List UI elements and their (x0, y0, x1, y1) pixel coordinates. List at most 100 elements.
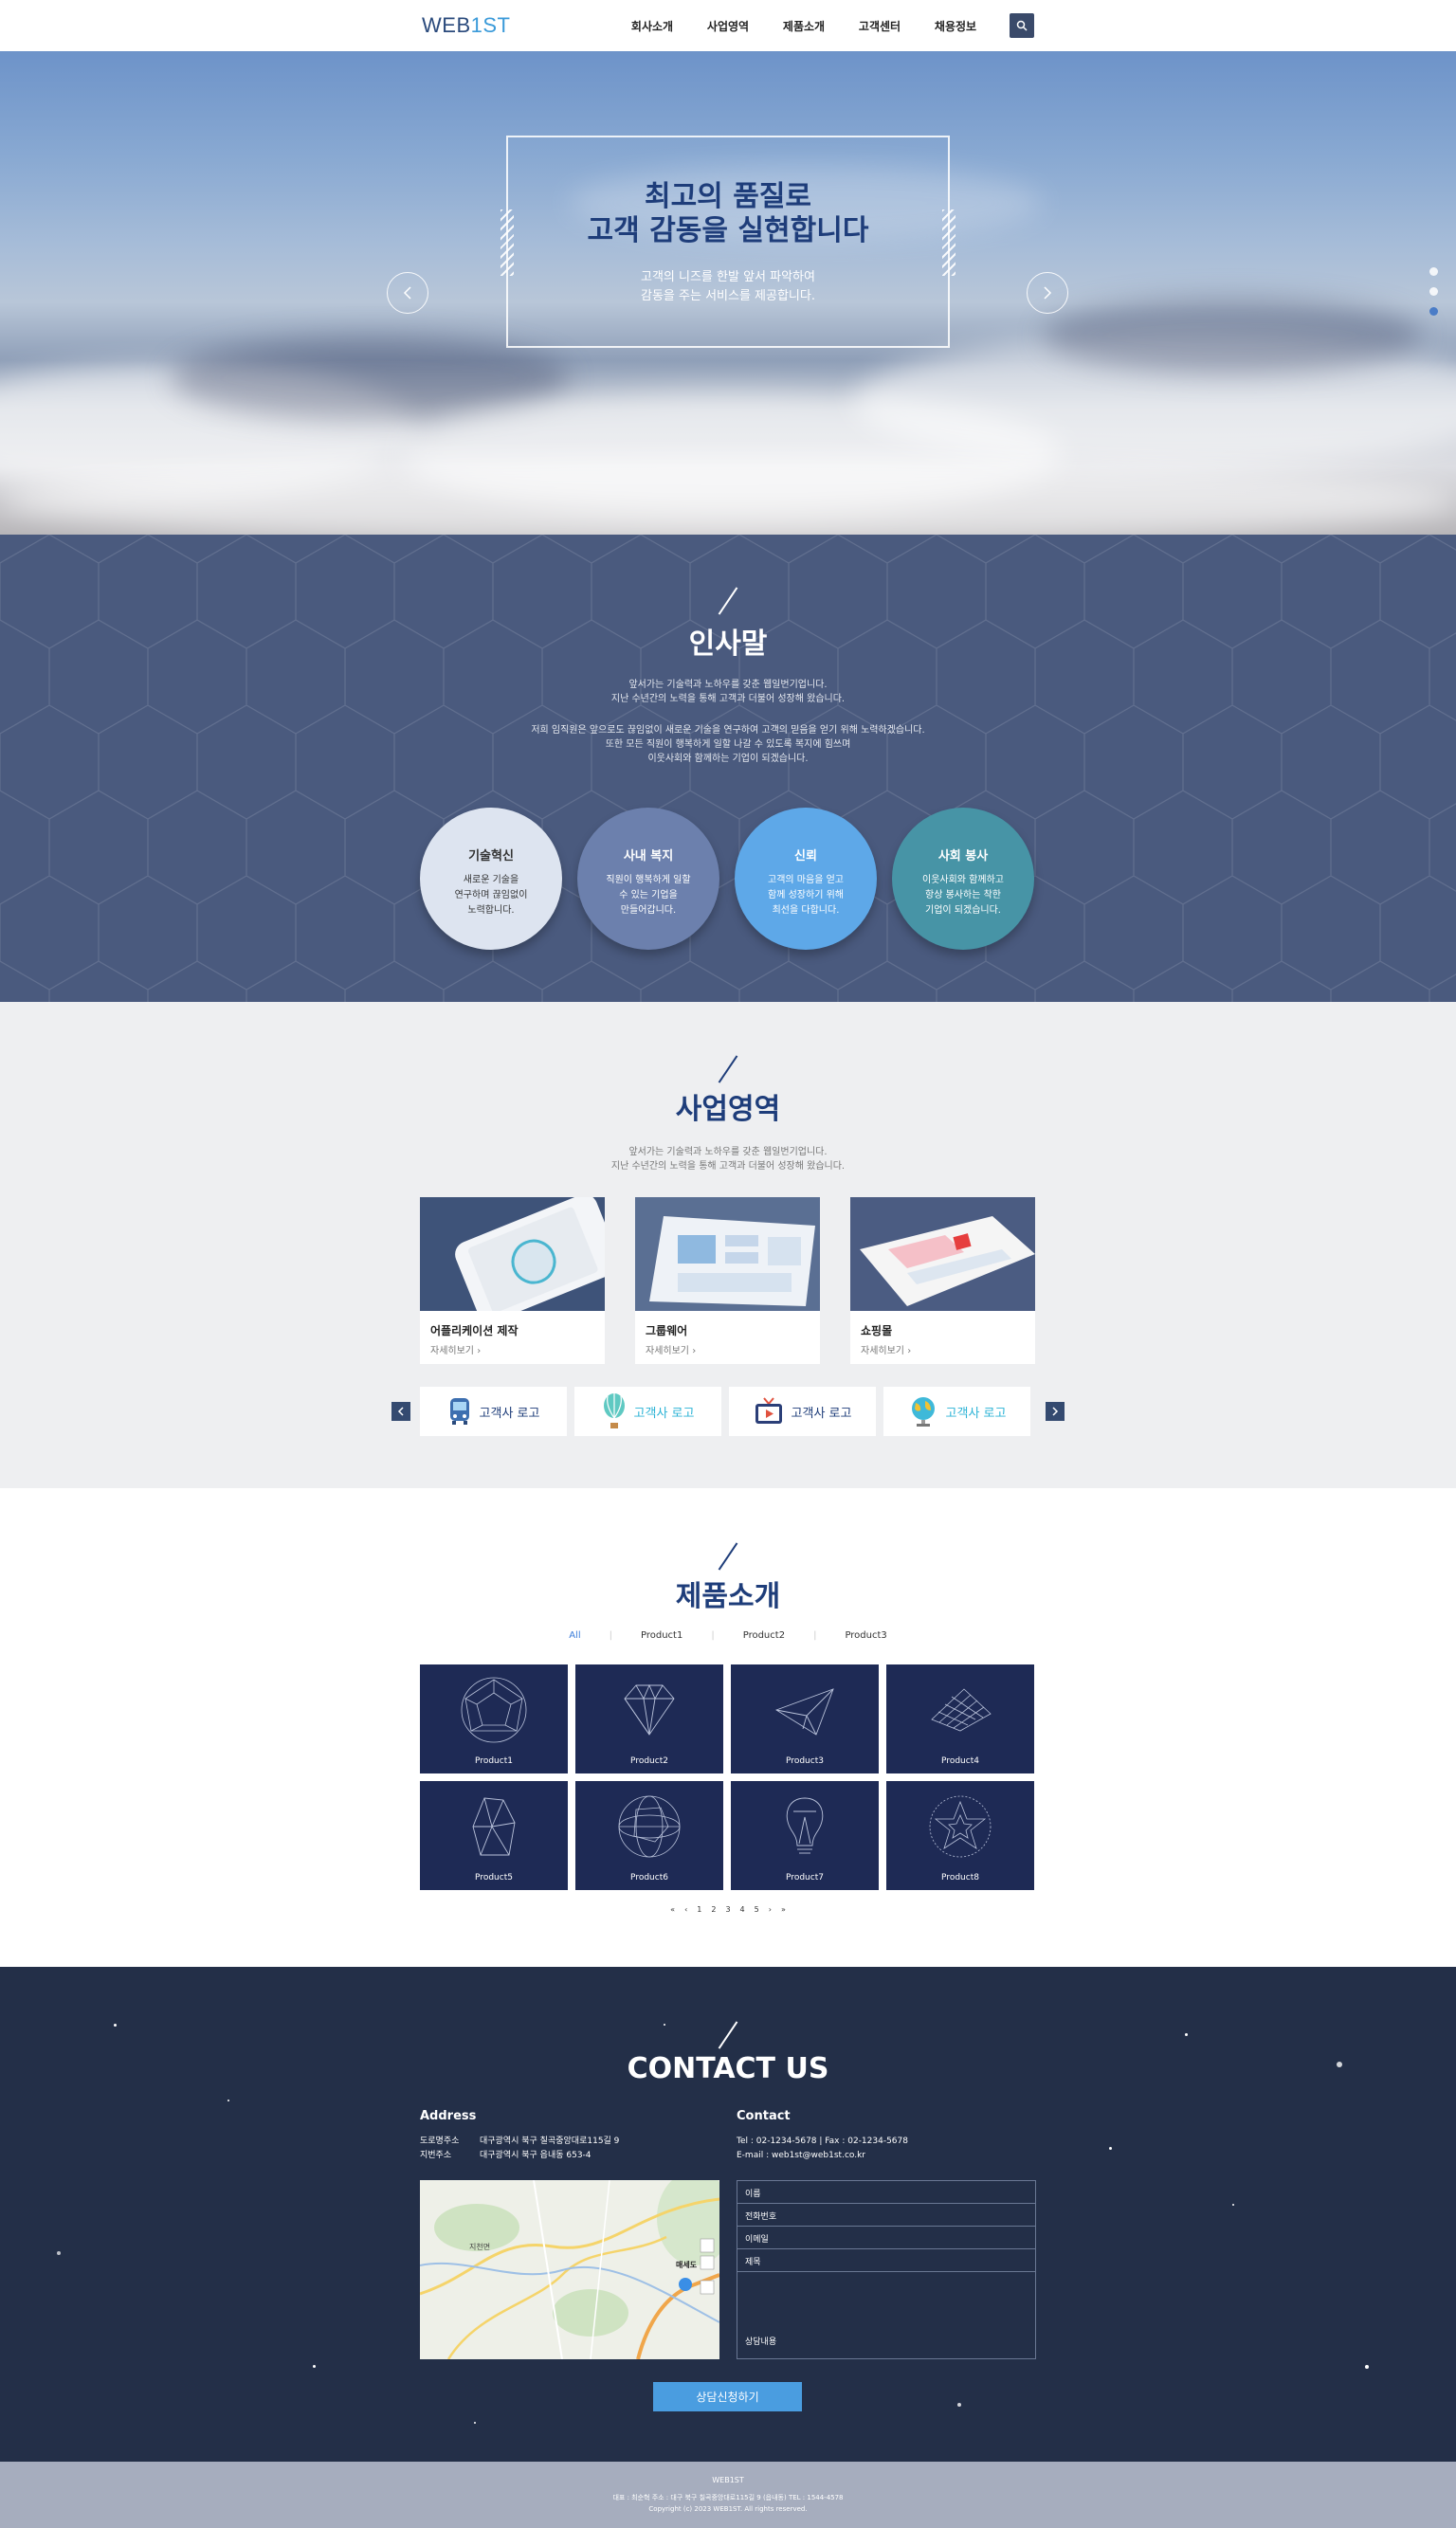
balloon-icon (603, 1393, 625, 1428)
tab-product3[interactable]: Product3 (845, 1630, 886, 1641)
consultation-form: 이름 전화번호 이메일 제목 상담내용 (737, 2180, 1036, 2359)
location-map[interactable]: 지천면 매세도 (420, 2180, 719, 2359)
card-more-link[interactable]: 자세히보기 › (420, 1338, 605, 1360)
business-card-shopping[interactable]: 쇼핑몰 자세히보기 › (850, 1197, 1035, 1364)
business-card-groupware[interactable]: 그룹웨어 자세히보기 › (635, 1197, 820, 1364)
contact-heading: Contact (737, 2109, 791, 2123)
last-page-icon[interactable]: » (781, 1905, 786, 1914)
prev-page-icon[interactable]: ‹ (684, 1905, 687, 1914)
circle-line: 수 있는 기업을 (619, 890, 678, 900)
page-number[interactable]: 3 (725, 1905, 730, 1914)
map-illustration (420, 2180, 719, 2359)
logo-next-button[interactable] (1046, 1402, 1065, 1421)
page-number[interactable]: 1 (697, 1905, 701, 1914)
footer-info: 대표 : 최순혁 주소 : 대구 북구 칠곡중앙대로115길 9 (읍내동) T… (612, 2494, 844, 2501)
card-thumbnail (420, 1197, 605, 1311)
message-field[interactable]: 상담내용 (737, 2272, 1035, 2347)
business-slash (0, 1053, 1456, 1085)
field-label: 상담내용 (745, 2337, 777, 2347)
product-tile[interactable]: Product3 (731, 1664, 879, 1773)
product-tile[interactable]: Product8 (886, 1781, 1034, 1890)
circle-text: 새로운 기술을 연구하며 끊임없이 노력합니다. (420, 873, 562, 918)
product-label: Product6 (630, 1873, 668, 1882)
tab-product2[interactable]: Product2 (743, 1630, 785, 1641)
product-label: Product7 (786, 1873, 824, 1882)
hero-dot[interactable] (1429, 267, 1438, 276)
value-circle-volunteer: 사회 봉사 이웃사회와 함께하고 항상 봉사하는 착한 기업이 되겠습니다. (892, 808, 1034, 950)
circle-line: 함께 성장하기 위해 (768, 890, 844, 900)
hero-dot-active[interactable] (1429, 307, 1438, 316)
phone-field[interactable]: 전화번호 (737, 2204, 1035, 2227)
product-tile[interactable]: Product6 (575, 1781, 723, 1890)
business-card-app[interactable]: 어플리케이션 제작 자세히보기 › (420, 1197, 605, 1364)
product-tile[interactable]: Product7 (731, 1781, 879, 1890)
logo-prev-button[interactable] (391, 1402, 410, 1421)
tv-icon (755, 1397, 782, 1424)
tab-product1[interactable]: Product1 (641, 1630, 682, 1641)
nav-item-support[interactable]: 고객센터 (842, 18, 918, 34)
diamond-icon (624, 1683, 675, 1736)
client-logo[interactable]: 고객사 로고 (574, 1387, 721, 1436)
product-label: Product1 (475, 1756, 513, 1766)
hero-title-line2: 고객 감동을 실현합니다 (587, 214, 869, 247)
product-tabs: All | Product1 | Product2 | Product3 (0, 1630, 1456, 1641)
field-label: 제목 (745, 2258, 761, 2267)
product-tile[interactable]: Product2 (575, 1664, 723, 1773)
circle-title: 사회 봉사 (937, 849, 989, 864)
greeting-p2-line3: 이웃사회와 함께하는 기업이 되겠습니다. (647, 754, 809, 764)
card-more-link[interactable]: 자세히보기 › (635, 1338, 820, 1360)
client-logo[interactable]: 고객사 로고 (420, 1387, 567, 1436)
hero-sub-line2: 감동을 주는 서비스를 제공합니다. (641, 289, 815, 303)
circle-title: 신뢰 (794, 849, 817, 864)
star-dot (228, 2100, 229, 2101)
page-number[interactable]: 5 (755, 1905, 759, 1914)
name-field[interactable]: 이름 (737, 2181, 1035, 2204)
logo-text-accent: 1ST (470, 13, 511, 37)
address-heading: Address (420, 2109, 477, 2123)
section-slash-icon (718, 1055, 738, 1083)
product-tile[interactable]: Product5 (420, 1781, 568, 1890)
globe-icon (911, 1397, 935, 1427)
map-label: 지천면 (469, 2243, 491, 2251)
site-logo[interactable]: WEB1ST (422, 13, 510, 38)
search-button[interactable] (1010, 13, 1034, 38)
client-logo[interactable]: 고객사 로고 (729, 1387, 876, 1436)
tab-all[interactable]: All (569, 1630, 580, 1641)
circle-text: 이웃사회와 함께하고 항상 봉사하는 착한 기업이 되겠습니다. (892, 873, 1034, 918)
cloud-shape (1043, 298, 1422, 373)
page-number[interactable]: 2 (711, 1905, 716, 1914)
first-page-icon[interactable]: « (670, 1905, 675, 1914)
card-more-link[interactable]: 자세히보기 › (850, 1338, 1035, 1360)
product-tile[interactable]: Product4 (886, 1664, 1034, 1773)
main-nav: 회사소개 사업영역 제품소개 고객센터 채용정보 (614, 18, 993, 34)
product-tile[interactable]: Product1 (420, 1664, 568, 1773)
page-number[interactable]: 4 (740, 1905, 745, 1914)
nav-item-company[interactable]: 회사소개 (614, 18, 690, 34)
logo-text-main: WEB (422, 13, 471, 37)
nav-item-business[interactable]: 사업영역 (690, 18, 766, 34)
star-dot (1232, 2204, 1234, 2206)
product-pagination: « ‹ 1 2 3 4 5 › » (0, 1905, 1456, 1914)
circle-line: 새로운 기술을 (463, 875, 519, 885)
business-sub-line2: 지난 수년간의 노력을 통해 고객과 더불어 성장해 왔습니다. (610, 1161, 846, 1172)
subject-field[interactable]: 제목 (737, 2249, 1035, 2272)
next-page-icon[interactable]: › (769, 1905, 772, 1914)
client-logo-label: 고객사 로고 (479, 1406, 540, 1421)
email-field[interactable]: 이메일 (737, 2227, 1035, 2249)
road-address-value: 대구광역시 북구 칠곡중앙대로115길 9 (480, 2137, 620, 2146)
nav-item-products[interactable]: 제품소개 (766, 18, 842, 34)
submit-consultation-button[interactable]: 상담신청하기 (653, 2382, 802, 2411)
value-circle-trust: 신뢰 고객의 마음을 얻고 함께 성장하기 위해 최선을 다합니다. (735, 808, 877, 950)
product-label: Product8 (941, 1873, 979, 1882)
circle-title: 사내 복지 (623, 849, 674, 864)
nav-item-careers[interactable]: 채용정보 (918, 18, 993, 34)
hero-dot[interactable] (1429, 287, 1438, 296)
client-logo-label: 고객사 로고 (945, 1406, 1007, 1421)
client-logo[interactable]: 고객사 로고 (883, 1387, 1030, 1436)
shopping-illustration (850, 1197, 1035, 1311)
circle-text: 직원이 행복하게 일할 수 있는 기업을 만들어갑니다. (577, 873, 719, 918)
bus-icon (449, 1398, 469, 1425)
hero-prev-button[interactable] (387, 272, 428, 314)
hero-next-button[interactable] (1027, 272, 1068, 314)
contact-slash (0, 2019, 1456, 2051)
